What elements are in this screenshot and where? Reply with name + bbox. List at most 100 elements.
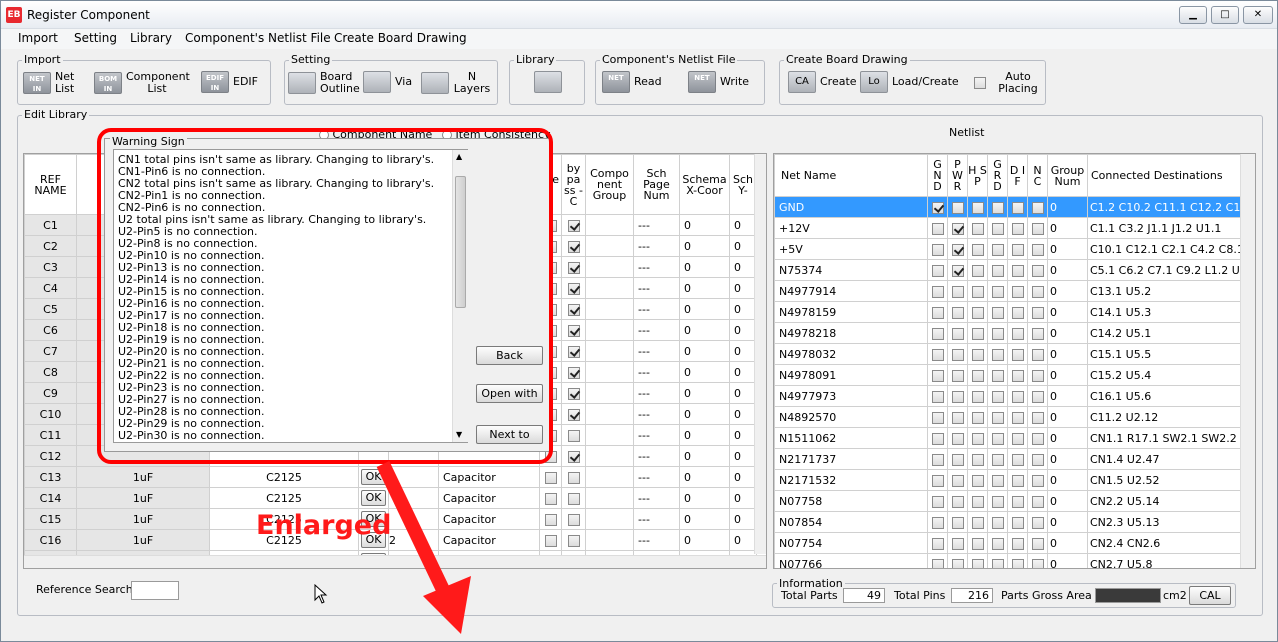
checkbox[interactable] [1011,474,1024,487]
netlist-row[interactable]: N4978091 0 C15.2 U5.4 [774,364,1241,386]
destinations-cell[interactable]: CN2.7 U5.8 [1087,553,1241,568]
create-board-button[interactable]: CA Create [788,71,857,93]
checkbox[interactable] [991,264,1004,277]
net-name-cell[interactable]: N75374 [774,259,928,281]
pwr-cell[interactable] [947,490,968,512]
bypass-cell[interactable] [561,277,586,299]
netlist-row[interactable]: N75374 0 C5.1 C6.2 C7.1 C9.2 L1.2 U... [774,259,1241,281]
bypass-cell[interactable] [561,508,586,530]
pwr-cell[interactable] [947,259,968,281]
gnd-cell[interactable] [927,406,948,428]
pwr-cell[interactable] [947,280,968,302]
checkbox[interactable] [931,306,944,319]
y-cell[interactable]: 0 [729,340,757,362]
checkbox[interactable] [567,492,580,505]
col-schema-x[interactable]: Schema X-Coor [679,154,730,215]
net-name-cell[interactable]: N1511062 [774,427,928,449]
netlist-row[interactable]: +12V 0 C1.1 C3.2 J1.1 J1.2 U1.1 [774,217,1241,239]
nc-cell[interactable] [1027,196,1048,218]
destinations-cell[interactable]: C11.2 U2.12 [1087,406,1241,428]
dif-cell[interactable] [1007,364,1028,386]
gnd-cell[interactable] [927,427,948,449]
group-cell[interactable] [585,382,634,404]
col-component-group[interactable]: Compo nent Group [585,154,634,215]
checkbox[interactable] [1031,453,1044,466]
checkbox[interactable] [951,537,964,550]
gnd-cell[interactable] [927,385,948,407]
dif-cell[interactable] [1007,280,1028,302]
bypass-cell[interactable] [561,298,586,320]
checkbox[interactable] [1031,285,1044,298]
y-cell[interactable]: 0 [729,445,757,467]
checkbox[interactable] [1031,264,1044,277]
checkbox[interactable] [931,327,944,340]
checkbox[interactable] [991,327,1004,340]
group-num-cell[interactable]: 0 [1047,532,1088,554]
checkbox[interactable] [991,558,1004,568]
checkbox[interactable] [1031,306,1044,319]
gnd-cell[interactable] [927,259,948,281]
x-cell[interactable]: 0 [679,382,730,404]
menu-create-board[interactable]: Create Board Drawing [334,31,467,45]
net-name-cell[interactable]: N07766 [774,553,928,568]
checkbox[interactable] [991,243,1004,256]
pwr-cell[interactable] [947,511,968,533]
group-num-cell[interactable]: 0 [1047,469,1088,491]
pwr-cell[interactable] [947,385,968,407]
group-num-cell[interactable]: 0 [1047,448,1088,470]
checkbox[interactable] [567,219,580,232]
checkbox[interactable] [931,264,944,277]
bom-import-button[interactable]: BOM IN Component List [94,71,190,95]
dif-cell[interactable] [1007,322,1028,344]
checkbox[interactable] [1011,537,1024,550]
checkbox[interactable] [1031,348,1044,361]
dif-cell[interactable] [1007,217,1028,239]
netlist-row[interactable]: N2171532 0 CN1.5 U2.52 [774,469,1241,491]
ref-cell[interactable]: C13 [24,466,77,488]
destinations-cell[interactable]: C13.1 U5.2 [1087,280,1241,302]
pwr-cell[interactable] [947,343,968,365]
hsp-cell[interactable] [967,301,988,323]
group-cell[interactable] [585,487,634,509]
checkbox[interactable] [931,222,944,235]
checkbox[interactable] [951,558,964,568]
netlist-row[interactable]: N4977973 0 C16.1 U5.6 [774,385,1241,407]
pwr-cell[interactable] [947,301,968,323]
checkbox[interactable] [971,558,984,568]
group-cell[interactable] [585,235,634,257]
hsp-cell[interactable] [967,364,988,386]
y-cell[interactable]: 0 [729,466,757,488]
page-cell[interactable]: --- [633,529,680,551]
checkbox[interactable] [971,348,984,361]
pwr-cell[interactable] [947,427,968,449]
checkbox[interactable] [1011,348,1024,361]
col-grd[interactable]: G R D [987,154,1008,197]
nc-cell[interactable] [1027,385,1048,407]
net-name-cell[interactable]: +5V [774,238,928,260]
grd-cell[interactable] [987,280,1008,302]
group-cell[interactable] [585,424,634,446]
checkbox[interactable] [1011,390,1024,403]
col-hsp[interactable]: H S P [967,154,988,197]
nc-cell[interactable] [1027,364,1048,386]
pwr-cell[interactable] [947,406,968,428]
checkbox[interactable] [1011,432,1024,445]
hsp-cell[interactable] [967,385,988,407]
gnd-cell[interactable] [927,343,948,365]
checkbox[interactable] [1031,495,1044,508]
check-cell[interactable] [539,487,562,509]
board-outline-button[interactable]: Board Outline [288,71,360,95]
destinations-cell[interactable]: C5.1 C6.2 C7.1 C9.2 L1.2 U... [1087,259,1241,281]
checkbox[interactable] [567,261,580,274]
checkbox[interactable] [1031,558,1044,568]
maximize-button[interactable]: □ [1211,6,1239,24]
grd-cell[interactable] [987,364,1008,386]
checkbox[interactable] [991,453,1004,466]
checkbox[interactable] [1011,222,1024,235]
y-cell[interactable]: 0 [729,277,757,299]
checkbox[interactable] [951,369,964,382]
nc-cell[interactable] [1027,427,1048,449]
dif-cell[interactable] [1007,448,1028,470]
col-pwr[interactable]: P W R [947,154,968,197]
group-cell[interactable] [585,466,634,488]
